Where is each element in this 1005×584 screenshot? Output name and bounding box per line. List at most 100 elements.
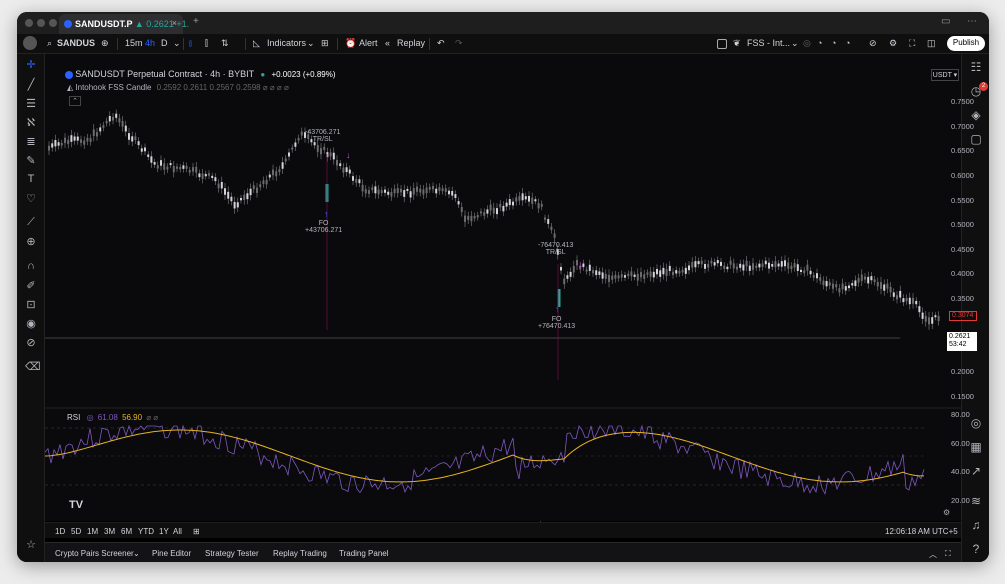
script-dropdown-icon[interactable]: ⌄ bbox=[791, 38, 799, 49]
range-all[interactable]: All bbox=[173, 527, 182, 536]
tab-strategy-tester[interactable]: Strategy Tester bbox=[205, 549, 259, 558]
rsi-value: 61.08 bbox=[97, 413, 118, 422]
layout-checkbox[interactable] bbox=[717, 39, 727, 49]
minimize-window-button[interactable] bbox=[37, 19, 45, 27]
draw-mode-icon[interactable]: ✐ bbox=[25, 279, 37, 292]
brush-icon[interactable]: ✎ bbox=[25, 154, 37, 167]
range-1d[interactable]: 1D bbox=[55, 527, 65, 536]
publish-button[interactable]: Publish bbox=[947, 36, 985, 51]
undo-icon[interactable]: ↶ bbox=[437, 38, 445, 49]
tab-crypto-screener[interactable]: Crypto Pairs Screener bbox=[55, 549, 134, 558]
zoom-window-button[interactable] bbox=[49, 19, 57, 27]
alert-icon[interactable]: ⏰ bbox=[345, 38, 356, 49]
script-name-button[interactable]: FSS - Int... bbox=[747, 38, 790, 48]
save-icon[interactable]: ◔ bbox=[817, 38, 822, 48]
range-3m[interactable]: 3M bbox=[104, 527, 115, 536]
range-1y[interactable]: 1Y bbox=[159, 527, 169, 536]
symbol-search-icon[interactable]: ⌕ bbox=[47, 38, 52, 49]
candle bbox=[67, 139, 70, 145]
layout-icon[interactable]: ▭ bbox=[941, 16, 950, 27]
bars-icon[interactable]: ⫿ bbox=[205, 38, 208, 49]
fullscreen-icon[interactable]: ⛶ bbox=[909, 38, 915, 49]
tab-sandusdt[interactable]: SANDUSDT.P ▲ 0.2621 +1. × bbox=[59, 14, 189, 34]
indicator-legend[interactable]: ◭ Intohook FSS Candle 0.2592 0.2611 0.25… bbox=[67, 83, 289, 92]
collapse-legend-button[interactable]: ⌃ bbox=[69, 96, 81, 106]
target-icon[interactable]: ◎ bbox=[969, 416, 983, 430]
avatar[interactable] bbox=[23, 36, 37, 50]
layers-icon[interactable]: ◈ bbox=[969, 108, 983, 122]
tab-close-icon[interactable]: × bbox=[172, 18, 177, 28]
trendline-icon[interactable]: ╱ bbox=[25, 78, 37, 91]
settings-icon[interactable]: ⚙ bbox=[889, 38, 897, 49]
currency-selector[interactable]: USDT ▾ bbox=[931, 69, 959, 81]
trash-icon[interactable]: ⌫ bbox=[25, 360, 41, 373]
camera-icon[interactable]: ◫ bbox=[927, 38, 936, 49]
maximize-panel-icon[interactable]: ⛶ bbox=[945, 549, 951, 559]
fibonacci-icon[interactable]: ≣ bbox=[25, 135, 37, 148]
text-icon[interactable]: T bbox=[25, 173, 37, 185]
circle-icon[interactable]: ◎ bbox=[803, 38, 811, 49]
rsi-legend[interactable]: RSI ◎ 61.08 56.90 ⌀ ⌀ bbox=[67, 413, 158, 422]
date-range-icon[interactable]: ⊞ bbox=[193, 527, 200, 536]
horizontal-lines-icon[interactable]: ☰ bbox=[25, 97, 37, 110]
chart-type-dropdown-icon[interactable]: ⇅ bbox=[221, 38, 229, 49]
range-1m[interactable]: 1M bbox=[87, 527, 98, 536]
clock[interactable]: 12:06:18 AM UTC+5 bbox=[885, 527, 958, 536]
pattern-icon[interactable]: ℵ bbox=[25, 116, 37, 129]
range-6m[interactable]: 6M bbox=[121, 527, 132, 536]
compare-button[interactable]: ⊕ bbox=[101, 38, 109, 49]
heart-icon[interactable]: ♡ bbox=[25, 192, 37, 205]
screener-dropdown-icon[interactable]: ⌄ bbox=[133, 549, 140, 558]
calendar-icon[interactable]: ▦ bbox=[969, 440, 983, 454]
candle bbox=[377, 189, 380, 195]
new-tab-button[interactable]: + bbox=[193, 16, 199, 27]
magnet-icon[interactable]: ∩ bbox=[25, 260, 37, 272]
more-icon[interactable]: ⋯ bbox=[967, 16, 977, 27]
chart-icon[interactable]: ↗ bbox=[969, 464, 983, 478]
symbol-search-button[interactable]: SANDUS bbox=[57, 38, 95, 48]
lock-icon[interactable]: ⊡ bbox=[25, 298, 37, 311]
zoom-in-icon[interactable]: ⊕ bbox=[25, 235, 37, 248]
chart-pane[interactable]: SANDUSDT Perpetual Contract · 4h · BYBIT… bbox=[45, 54, 961, 521]
axis-settings-icon[interactable]: ⚙ bbox=[943, 508, 950, 517]
broadcast-icon[interactable]: ≋ bbox=[969, 494, 983, 508]
save-icon[interactable]: ◔ bbox=[831, 38, 836, 48]
indicators-button[interactable]: Indicators bbox=[267, 38, 306, 48]
indicators-icon[interactable]: ◺ bbox=[253, 38, 260, 49]
templates-icon[interactable]: ⊞ bbox=[321, 38, 329, 49]
range-ytd[interactable]: YTD bbox=[138, 527, 154, 536]
link-icon[interactable]: ⊘ bbox=[25, 336, 37, 349]
symbol-legend[interactable]: SANDUSDT Perpetual Contract · 4h · BYBIT… bbox=[65, 69, 336, 79]
expand-panel-icon[interactable]: ︿ bbox=[929, 549, 937, 560]
bell-icon[interactable]: ♫ bbox=[969, 518, 983, 532]
chat-icon[interactable]: ▢ bbox=[969, 132, 983, 146]
tab-pine-editor[interactable]: Pine Editor bbox=[152, 549, 191, 558]
replay-icon[interactable]: « bbox=[385, 38, 390, 48]
interval-4h[interactable]: 4h bbox=[145, 38, 155, 48]
alert-button[interactable]: Alert bbox=[359, 38, 378, 48]
candlestick-chart[interactable] bbox=[45, 54, 961, 521]
eye-icon[interactable]: ◉ bbox=[25, 317, 37, 330]
star-icon[interactable]: ☆ bbox=[25, 538, 37, 551]
candle bbox=[547, 219, 550, 224]
candle bbox=[128, 133, 130, 140]
range-5d[interactable]: 5D bbox=[71, 527, 81, 536]
close-window-button[interactable] bbox=[25, 19, 33, 27]
indicators-dropdown-icon[interactable]: ⌄ bbox=[307, 38, 315, 49]
candles-chart-type-icon[interactable]: ⫾ bbox=[189, 38, 192, 49]
replay-button[interactable]: Replay bbox=[397, 38, 425, 48]
tab-replay-trading[interactable]: Replay Trading bbox=[273, 549, 327, 558]
interval-15m[interactable]: 15m bbox=[125, 38, 143, 48]
crosshair-icon[interactable]: ✛ bbox=[25, 58, 37, 71]
rsi-settings-icon[interactable]: ◎ bbox=[87, 413, 94, 422]
zoom-icon[interactable]: ⊘ bbox=[869, 38, 877, 49]
watchlist-icon[interactable]: ☷ bbox=[969, 60, 983, 74]
interval-d[interactable]: D bbox=[161, 38, 168, 48]
save-icon[interactable]: ◔ bbox=[845, 38, 850, 48]
redo-icon[interactable]: ↷ bbox=[455, 38, 463, 49]
tab-trading-panel[interactable]: Trading Panel bbox=[339, 549, 389, 558]
tradingview-logo[interactable]: TV bbox=[69, 499, 83, 511]
interval-dropdown-icon[interactable]: ⌄ bbox=[173, 38, 181, 49]
help-icon[interactable]: ? bbox=[969, 542, 983, 556]
ruler-icon[interactable]: ⟋ bbox=[25, 216, 37, 229]
